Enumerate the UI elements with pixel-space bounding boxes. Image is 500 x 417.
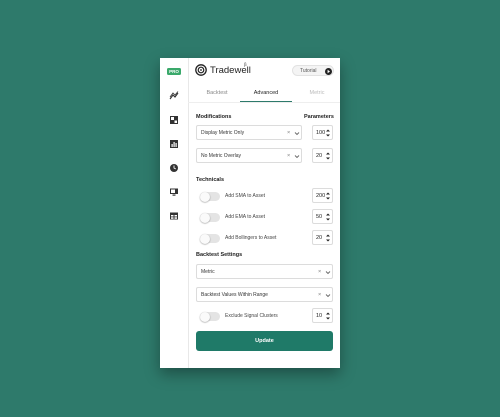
select-value: Backtest Values Within Range [201,292,268,298]
monitor-icon[interactable] [169,187,179,197]
clear-icon[interactable]: × [318,292,321,298]
tab-bar: Backtest Advanced Metric [188,84,340,103]
update-button[interactable]: Update [196,331,333,351]
chevron-down-icon[interactable] [294,154,300,159]
select-value: No Metric Overlay [201,153,242,159]
stepper-arrows-icon[interactable] [325,127,331,139]
stepper-arrows-icon[interactable] [325,310,331,322]
tab-metric[interactable]: Metric [294,84,340,102]
modification-param-2[interactable]: 20 [312,148,333,163]
tutorial-label: Tutorial [300,68,317,75]
stepper-arrows-icon[interactable] [325,190,331,202]
bollingers-label: Add Bollingers to Asset [225,235,277,241]
exclude-clusters-label: Exclude Signal Clusters [225,313,278,319]
chevron-down-icon[interactable] [325,293,331,298]
modifications-heading: Modifications [196,114,232,120]
play-icon [324,67,332,75]
main-panel: Tradewell β Tutorial Backtest Advanced M… [188,58,340,368]
ema-label: Add EMA to Asset [225,214,266,220]
select-value: Display Metric Only [201,130,245,136]
chevron-down-icon[interactable] [325,270,331,275]
parameters-heading: Parameters [304,114,334,120]
header: Tradewell β Tutorial [188,58,340,84]
tutorial-button[interactable]: Tutorial [292,65,334,76]
stepper-value: 10 [316,313,323,319]
tab-advanced[interactable]: Advanced [240,84,292,102]
clock-icon[interactable] [169,163,179,173]
sma-toggle[interactable] [200,191,220,202]
metric-select[interactable]: Metric × [196,264,333,279]
clear-icon[interactable]: × [318,269,321,275]
exclude-clusters-param[interactable]: 10 [312,308,333,323]
stepper-arrows-icon[interactable] [325,211,331,223]
range-select[interactable]: Backtest Values Within Range × [196,287,333,302]
stepper-value: 20 [316,235,323,241]
clear-icon[interactable]: × [287,130,290,136]
toggle-knob [200,212,210,223]
chart-lines-icon[interactable] [169,91,179,101]
stepper-value: 20 [316,153,323,159]
stepper-value: 100 [316,130,326,136]
toggle-knob [200,233,210,244]
tab-backtest[interactable]: Backtest [194,84,240,102]
chevron-down-icon[interactable] [294,131,300,136]
bollingers-toggle[interactable] [200,233,220,244]
logo-icon [195,64,207,76]
clear-icon[interactable]: × [287,153,290,159]
toggle-knob [200,191,210,202]
modification-param-1[interactable]: 100 [312,125,333,140]
select-value: Metric [201,269,215,275]
stepper-arrows-icon[interactable] [325,232,331,244]
table-icon[interactable] [169,211,179,221]
sidebar: PRO [160,58,189,368]
stepper-value: 200 [316,193,326,199]
exclude-clusters-toggle[interactable] [200,311,220,322]
modification-select-1[interactable]: Display Metric Only × [196,125,302,140]
ema-param[interactable]: 50 [312,209,333,224]
portfolio-icon[interactable] [169,115,179,125]
bar-chart-icon[interactable] [169,139,179,149]
app-version-badge: β [244,62,247,67]
toggle-knob [200,311,210,322]
sma-label: Add SMA to Asset [225,193,266,199]
backtest-settings-heading: Backtest Settings [196,252,243,258]
ema-toggle[interactable] [200,212,220,223]
app-window: PRO Tradewell β Tutorial Backtest Advanc… [160,58,340,368]
modification-select-2[interactable]: No Metric Overlay × [196,148,302,163]
stepper-arrows-icon[interactable] [325,150,331,162]
bollingers-param[interactable]: 20 [312,230,333,245]
technicals-heading: Technicals [196,177,225,183]
pro-badge: PRO [167,68,181,75]
stepper-value: 50 [316,214,323,220]
sma-param[interactable]: 200 [312,188,333,203]
